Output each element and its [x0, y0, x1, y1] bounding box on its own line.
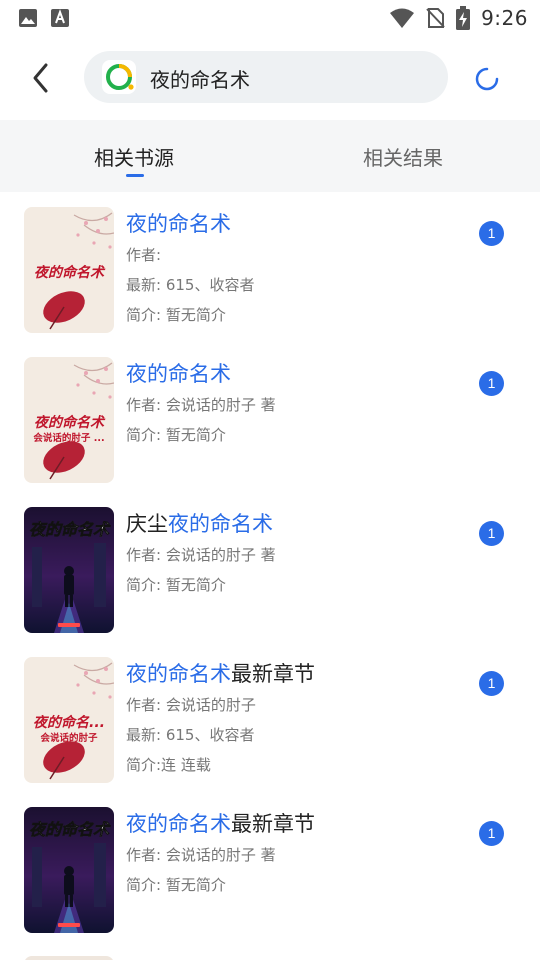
- book-cover: 夜的命名术: [24, 207, 114, 333]
- source-count-badge: 1: [479, 521, 504, 546]
- book-title[interactable]: 夜的命名术: [126, 208, 231, 238]
- book-meta-line: 简介: 暂无简介: [126, 876, 226, 894]
- cover-art-dark: 夜的命名术: [24, 507, 114, 633]
- book-title-highlight: 夜的命名术: [126, 212, 231, 236]
- book-title[interactable]: 夜的命名术最新章节: [126, 808, 315, 838]
- cover-author: 会说话的肘子: [40, 732, 98, 744]
- book-title[interactable]: 夜的命名术最新章节: [126, 658, 315, 688]
- book-meta-line: 作者: 会说话的肘子: [126, 696, 256, 714]
- tab-related-sources[interactable]: 相关书源: [94, 142, 174, 171]
- result-row[interactable]: 夜的命名术 夜的命名术 作者: 最新: 615、收容者 简介: 暂无简介 1: [0, 192, 540, 342]
- clock: 9:26: [481, 6, 528, 30]
- book-cover: 夜的命名... 会说话的肘子: [24, 657, 114, 783]
- book-meta-line: 最新: 615、收容者: [126, 726, 255, 744]
- book-title-highlight: 夜的命名术: [126, 362, 231, 386]
- cover-title: 夜的命名术: [29, 820, 111, 839]
- result-row[interactable]: 夜的命名... 会说话的肘子 夜的命名术最新章节 作者: 会说话的肘子 最新: 615、…: [0, 642, 540, 792]
- book-meta-line: 作者: 会说话的肘子 著: [126, 846, 276, 864]
- source-count-badge: 1: [479, 371, 504, 396]
- search-query[interactable]: 夜的命名术: [150, 64, 250, 93]
- cover-title: 夜的命名术: [34, 264, 106, 281]
- book-meta-line: 最新: 615、收容者: [126, 276, 255, 294]
- back-button[interactable]: [26, 60, 58, 96]
- cover-art-dark: 夜的命名术: [24, 807, 114, 933]
- book-meta-line: 简介: 暂无简介: [126, 306, 226, 324]
- book-meta-line: 作者:: [126, 246, 162, 264]
- wifi-icon: [390, 8, 415, 28]
- book-title-suffix: 最新章节: [231, 812, 315, 836]
- status-bar-left: [18, 8, 70, 28]
- tab-related-results[interactable]: 相关结果: [363, 142, 443, 171]
- book-meta-line: 作者: 会说话的肘子 著: [126, 396, 276, 414]
- book-title-highlight: 夜的命名术: [168, 512, 273, 536]
- result-row[interactable]: 夜的命名术 庆尘夜的命名术 作者: 会说话的肘子 著简介: 暂无简介 1: [0, 492, 540, 642]
- no-sim-icon: [426, 8, 445, 28]
- app-logo-icon: [102, 60, 136, 94]
- cover-art-light: 夜的命名术会说话的肘子 ...: [24, 357, 114, 483]
- refresh-button[interactable]: [472, 64, 502, 94]
- book-meta-line: 简介:连 连载: [126, 756, 211, 774]
- book-title-suffix: 最新章节: [231, 662, 315, 686]
- search-input[interactable]: 夜的命名术: [84, 51, 448, 103]
- book-cover: 夜的命名术: [24, 807, 114, 933]
- cover-art-light: 夜的命名术: [24, 207, 114, 333]
- book-meta-line: 作者: 会说话的肘子 著: [126, 546, 276, 564]
- book-title[interactable]: 庆尘夜的命名术: [126, 508, 273, 538]
- battery-charging-icon: [456, 6, 471, 30]
- tab-active-indicator: [126, 174, 144, 177]
- source-count-badge: 1: [479, 821, 504, 846]
- book-title[interactable]: 夜的命名术: [126, 358, 231, 388]
- cover-art-light: 夜的命名...会说话的肘子: [24, 657, 114, 783]
- cover-title: 夜的命名...: [33, 714, 105, 731]
- book-title-prefix: 庆尘: [126, 512, 168, 536]
- book-title-highlight: 夜的命名术: [126, 812, 231, 836]
- cover-title: 夜的命名术: [34, 414, 106, 431]
- result-row[interactable]: 夜的命名术 会说话的肘子 ... 夜的命名术 作者: 会说话的肘子 著简介: 暂无简介…: [0, 342, 540, 492]
- chevron-left-icon: [33, 63, 48, 93]
- search-header: 夜的命名术: [0, 36, 540, 120]
- refresh-spinner-icon: [475, 67, 499, 91]
- image-icon: [19, 9, 37, 27]
- book-cover: 夜的命名术: [24, 507, 114, 633]
- book-cover: 夜的命名术 会说话的肘子 ...: [24, 357, 114, 483]
- cover-author: 会说话的肘子 ...: [33, 432, 104, 444]
- result-row[interactable]: 夜的命名术 夜的命名术最新章节 作者: 会说话的肘子 著简介: 暂无简介 1: [0, 792, 540, 942]
- tab-bar: 相关书源 相关结果: [0, 120, 540, 192]
- book-title-highlight: 夜的命名术: [126, 662, 231, 686]
- book-meta-line: 简介: 暂无简介: [126, 576, 226, 594]
- status-bar-right: 9:26: [389, 6, 528, 30]
- status-bar: 9:26: [0, 0, 540, 36]
- next-cover-peek: [24, 956, 114, 960]
- font-download-icon: [51, 9, 69, 27]
- cover-title: 夜的命名术: [29, 520, 111, 539]
- source-count-badge: 1: [479, 671, 504, 696]
- book-meta-line: 简介: 暂无简介: [126, 426, 226, 444]
- source-count-badge: 1: [479, 221, 504, 246]
